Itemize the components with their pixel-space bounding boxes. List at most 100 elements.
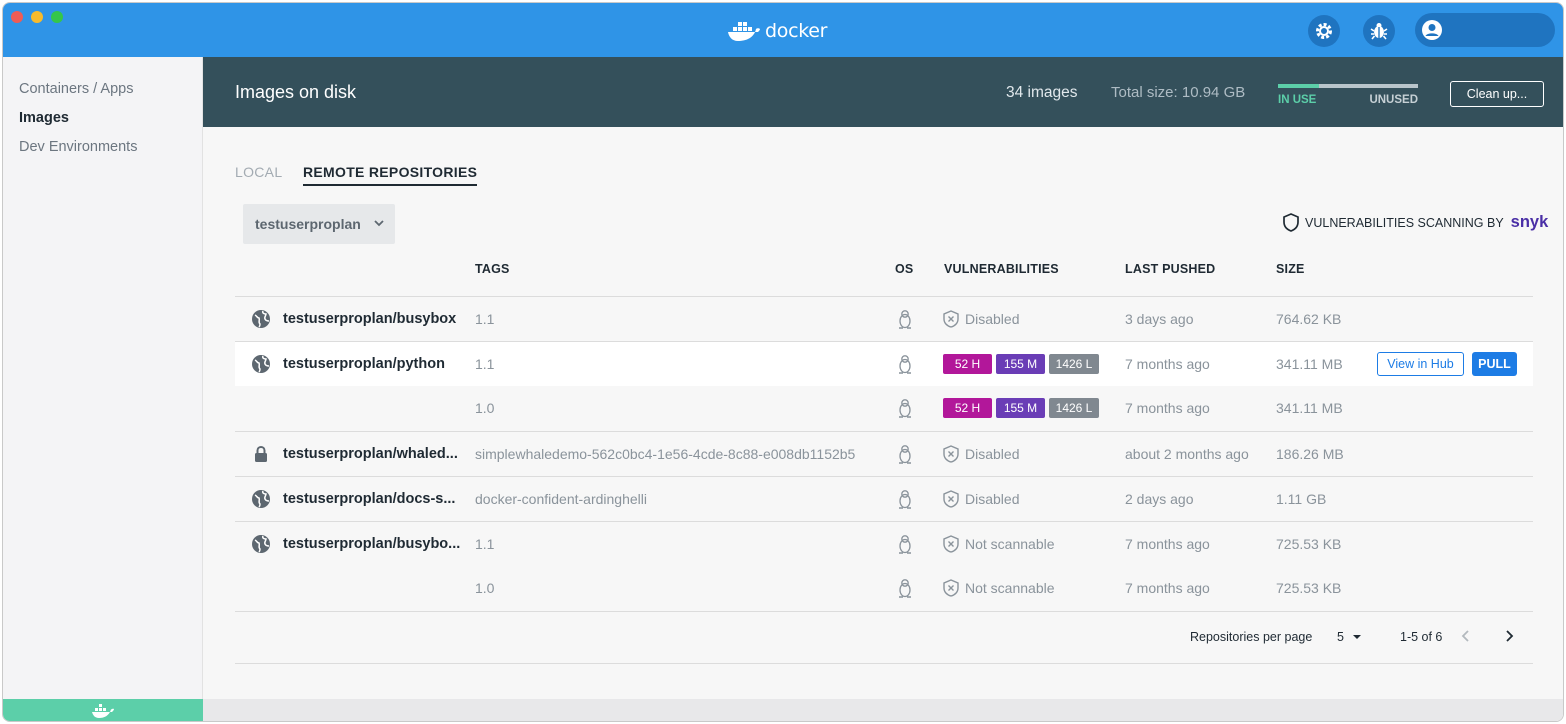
- last-pushed: 7 months ago: [1125, 580, 1210, 596]
- main-content: Images on disk 34 images Total size: 10.…: [203, 57, 1563, 721]
- last-pushed: 3 days ago: [1125, 311, 1194, 327]
- public-repo-icon: [251, 297, 271, 341]
- tab-remote-repositories[interactable]: REMOTE REPOSITORIES: [303, 164, 478, 186]
- column-header-tags: TAGS: [475, 262, 510, 276]
- maximize-window-button[interactable]: [51, 11, 63, 23]
- pull-button[interactable]: PULL: [1472, 352, 1517, 376]
- bottom-status-strip: [203, 699, 1563, 721]
- scan-disabled-icon: [943, 490, 959, 508]
- image-size: 341.11 MB: [1276, 400, 1343, 416]
- image-tag: 1.1: [475, 536, 495, 552]
- clean-up-button[interactable]: Clean up...: [1450, 81, 1544, 107]
- snyk-logo: snyk: [1510, 213, 1549, 231]
- repository-owner-value: testuserproplan: [255, 216, 361, 232]
- docker-whale-status-icon: [92, 704, 114, 718]
- column-header-last-pushed: LAST PUSHED: [1125, 262, 1216, 276]
- account-button[interactable]: [1415, 13, 1555, 47]
- image-tag: 1.0: [475, 400, 495, 416]
- close-window-button[interactable]: [11, 11, 23, 23]
- vulnerability-status: Disabled: [943, 432, 1019, 476]
- private-repo-lock-icon: [251, 432, 271, 476]
- chevron-down-icon: [374, 220, 384, 227]
- table-row[interactable]: testuserproplan/busybox 1.1 Disabled 3 d…: [235, 297, 1533, 341]
- image-tag: 1.0: [475, 580, 495, 596]
- last-pushed: 7 months ago: [1125, 356, 1210, 372]
- previous-page-button[interactable]: [1460, 629, 1472, 646]
- table-row[interactable]: 1.0 Not scannable 7 months ago 725.53 KB: [235, 566, 1533, 610]
- title-bar: docker: [3, 3, 1563, 57]
- vulnerability-status-text: Disabled: [965, 446, 1020, 462]
- table-row[interactable]: testuserproplan/docs-s... docker-confide…: [235, 477, 1533, 521]
- unused-label: UNUSED: [1369, 94, 1418, 106]
- last-pushed: 7 months ago: [1125, 536, 1210, 552]
- row-divider: [235, 611, 1533, 612]
- image-size: 1.11 GB: [1276, 491, 1327, 507]
- high-severity-badge[interactable]: 52 H: [943, 398, 992, 418]
- gear-icon: [1316, 23, 1332, 39]
- settings-button[interactable]: [1308, 15, 1340, 47]
- high-severity-badge[interactable]: 52 H: [943, 354, 992, 374]
- shield-icon: [1283, 213, 1299, 232]
- rows-per-page-select[interactable]: 5: [1337, 630, 1362, 644]
- image-size: 764.62 KB: [1276, 311, 1342, 327]
- column-header-os: OS: [895, 262, 914, 276]
- vulnerability-badges: 52 H 155 M 1426 L: [943, 342, 1099, 386]
- troubleshoot-button[interactable]: [1363, 15, 1395, 47]
- linux-icon: [897, 386, 913, 430]
- total-size: Total size: 10.94 GB: [1111, 84, 1246, 101]
- table-footer-divider: [235, 663, 1533, 664]
- minimize-window-button[interactable]: [31, 11, 43, 23]
- table-row[interactable]: 1.0 52 H 155 M 1426 L 7 months ago 341.1…: [235, 386, 1533, 430]
- linux-icon: [897, 342, 913, 386]
- tab-local[interactable]: LOCAL: [235, 164, 282, 180]
- repository-name[interactable]: testuserproplan/busybo...: [283, 522, 460, 566]
- public-repo-icon: [251, 477, 271, 521]
- vulnerability-status: Disabled: [943, 477, 1019, 521]
- last-pushed: 7 months ago: [1125, 400, 1210, 416]
- brand-name: docker: [765, 20, 828, 42]
- low-severity-badge[interactable]: 1426 L: [1049, 398, 1099, 418]
- disk-usage-banner: Images on disk 34 images Total size: 10.…: [203, 57, 1563, 127]
- vulnerability-status-text: Disabled: [965, 491, 1020, 507]
- image-tag: 1.1: [475, 356, 495, 372]
- table-row[interactable]: testuserproplan/whaled... simplewhaledem…: [235, 432, 1533, 476]
- user-avatar-icon: [1422, 20, 1442, 40]
- image-count: 34 images: [1006, 84, 1078, 101]
- repository-name[interactable]: testuserproplan/docs-s...: [283, 477, 455, 521]
- image-size: 725.53 KB: [1276, 580, 1342, 596]
- repository-name[interactable]: testuserproplan/whaled...: [283, 432, 458, 476]
- image-tag: docker-confident-ardinghelli: [475, 491, 647, 507]
- rows-per-page-label: Repositories per page: [1190, 630, 1313, 644]
- scan-disabled-icon: [943, 310, 959, 328]
- column-header-size: SIZE: [1276, 262, 1305, 276]
- vulnerability-scanning-label: VULNERABILITIES SCANNING BY snyk: [1283, 213, 1548, 232]
- in-use-label: IN USE: [1278, 94, 1317, 106]
- caret-down-icon: [1352, 635, 1361, 639]
- table-row[interactable]: testuserproplan/python 1.1 52 H 155 M 14…: [235, 342, 1533, 386]
- sidebar-item-dev-environments[interactable]: Dev Environments: [19, 139, 137, 155]
- view-in-hub-button[interactable]: View in Hub: [1377, 352, 1464, 376]
- page-title: Images on disk: [235, 82, 357, 102]
- repository-owner-select[interactable]: testuserproplan: [243, 204, 395, 244]
- next-page-button[interactable]: [1503, 629, 1515, 646]
- linux-icon: [897, 432, 913, 476]
- repository-name[interactable]: testuserproplan/busybox: [283, 297, 456, 341]
- chevron-left-icon: [1461, 630, 1469, 642]
- usage-bar-track: [1278, 84, 1418, 88]
- vulnerability-status: Disabled: [943, 297, 1019, 341]
- medium-severity-badge[interactable]: 155 M: [996, 398, 1045, 418]
- linux-icon: [897, 297, 913, 341]
- public-repo-icon: [251, 522, 271, 566]
- low-severity-badge[interactable]: 1426 L: [1049, 354, 1099, 374]
- engine-status-bar: [3, 699, 203, 721]
- medium-severity-badge[interactable]: 155 M: [996, 354, 1045, 374]
- repository-name[interactable]: testuserproplan/python: [283, 342, 445, 386]
- image-size: 725.53 KB: [1276, 536, 1342, 552]
- sidebar-item-images[interactable]: Images: [19, 110, 69, 126]
- linux-icon: [897, 566, 913, 610]
- chevron-right-icon: [1506, 630, 1514, 642]
- sidebar-item-containers-apps[interactable]: Containers / Apps: [19, 81, 133, 97]
- last-pushed: 2 days ago: [1125, 491, 1194, 507]
- image-size: 341.11 MB: [1276, 356, 1343, 372]
- table-row[interactable]: testuserproplan/busybo... 1.1 Not scanna…: [235, 522, 1533, 566]
